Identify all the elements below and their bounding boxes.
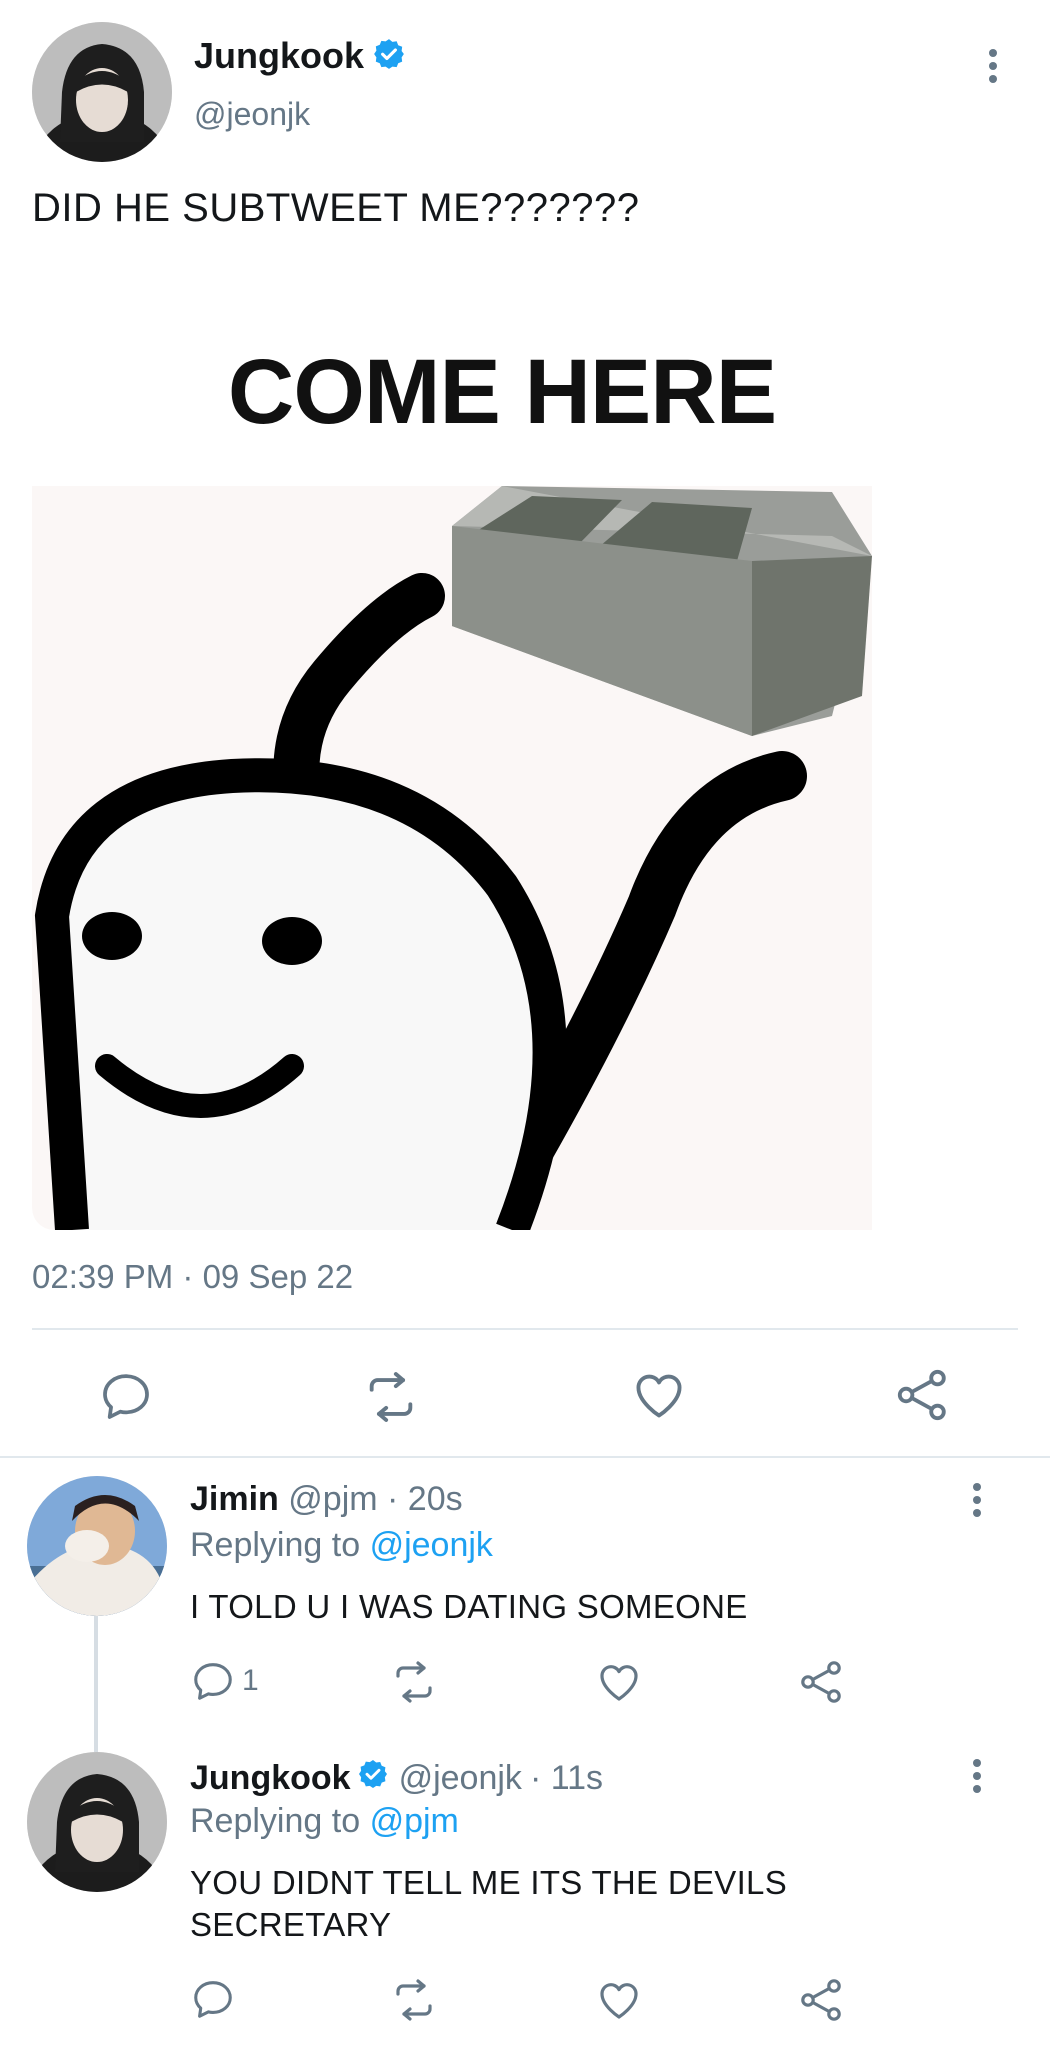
author-handle[interactable]: @jeonjk [194,96,310,133]
retweet-icon[interactable] [390,1976,438,2024]
reply-icon[interactable] [190,1976,236,2022]
share-icon[interactable] [798,1976,846,2024]
more-options-icon[interactable] [962,1470,992,1530]
like-icon[interactable] [630,1366,688,1424]
media-caption: COME HERE [227,341,777,443]
reply-author-name[interactable]: Jimin [190,1480,279,1518]
reply-time: · 20s [387,1480,463,1518]
replying-to-label: Replying to [190,1802,361,1840]
retweet-icon[interactable] [362,1368,420,1426]
tweet-media[interactable]: COME HERE [32,280,1018,1230]
tweet-timestamp: 02:39 PM · 09 Sep 22 [32,1258,354,1295]
more-options-icon[interactable] [978,36,1008,96]
avatar-image [27,1752,167,1892]
reply-text-line: SECRETARY [190,1906,392,1943]
section-divider [0,1456,1050,1458]
reply-text: I TOLD U I WAS DATING SOMEONE [190,1588,748,1625]
meme-drawing [32,486,872,1230]
reply-text-line: YOU DIDNT TELL ME ITS THE DEVILS [190,1864,788,1901]
cinder-block-icon [452,486,872,736]
reply-author-name[interactable]: Jungkook [190,1759,351,1798]
replying-to-link[interactable]: @jeonjk [370,1526,493,1564]
reply-author-handle[interactable]: @pjm [288,1480,377,1518]
reply-icon[interactable]: 1 [190,1658,259,1704]
replying-to-label: Replying to [190,1526,361,1564]
like-icon[interactable] [595,1976,643,2024]
tweet-text: DID HE SUBTWEET ME??????? [32,186,640,230]
reply-text: YOU DIDNT TELL ME ITS THE DEVILS SECRETA… [190,1862,787,1946]
reply-count: 1 [242,1664,259,1697]
thread-line [94,1612,98,1752]
more-options-icon[interactable] [962,1746,992,1806]
replying-to-link[interactable]: @pjm [370,1802,459,1840]
retweet-icon[interactable] [390,1658,438,1706]
author-name[interactable]: Jungkook [194,35,364,77]
avatar-jungkook[interactable] [32,22,172,162]
reply-time: · 11s [529,1759,604,1797]
verified-badge-icon [372,37,406,76]
avatar-image [32,22,172,162]
like-icon[interactable] [595,1658,643,1706]
share-icon[interactable] [798,1658,846,1706]
reply-icon[interactable] [98,1368,154,1424]
reply-author-handle[interactable]: @jeonjk [399,1759,522,1798]
divider [32,1328,1018,1330]
verified-badge-icon [357,1758,389,1799]
avatar-jungkook[interactable] [27,1752,167,1892]
avatar-jimin[interactable] [27,1476,167,1616]
avatar-image [27,1476,167,1616]
share-icon[interactable] [894,1366,952,1424]
